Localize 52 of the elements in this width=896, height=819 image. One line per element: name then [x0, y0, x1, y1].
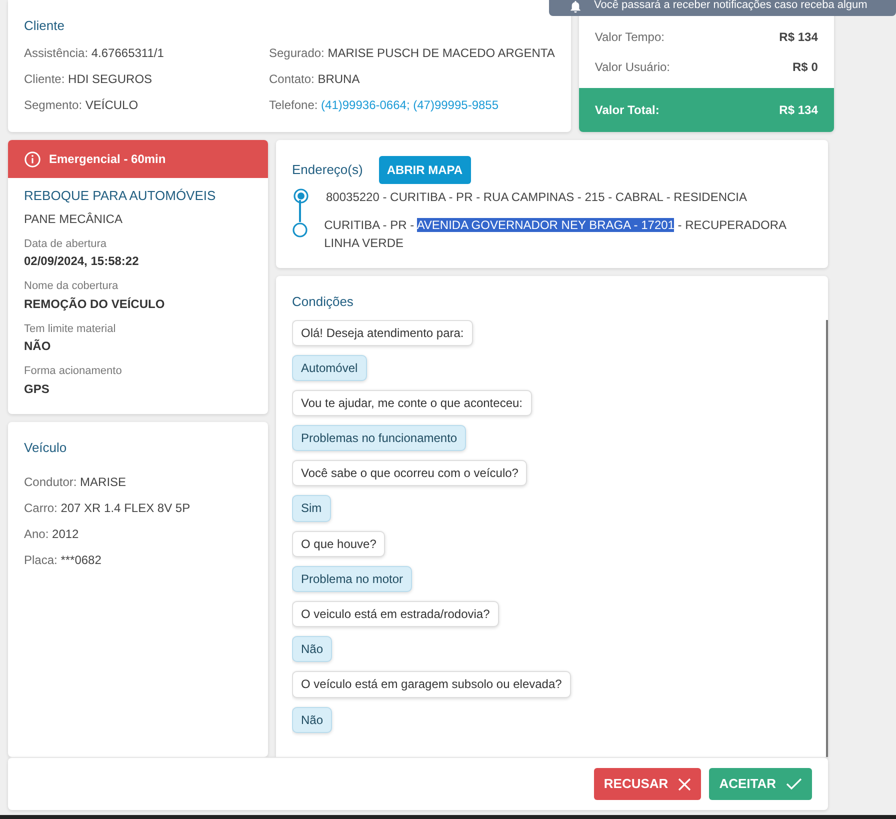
- address-text: 80035220 - CURITIBA - PR - RUA CAMPINAS - 215 - CABRAL - RESIDENCIA: [326, 189, 748, 206]
- answer-bubble: Não: [292, 636, 332, 662]
- check-icon: [786, 778, 802, 790]
- info-icon: [24, 150, 41, 168]
- answer-bubble: Não: [292, 706, 332, 733]
- answer-bubble: Problemas no funcionamento: [292, 425, 466, 452]
- vehicle-field: Carro: 207 XR 1.4 FLEX 8V 5P: [24, 499, 252, 517]
- answer-bubble: Sim: [292, 495, 331, 522]
- accept-button[interactable]: ACEITAR: [709, 768, 812, 800]
- question-bubble: O veiculo está em estrada/rodovia?: [292, 601, 499, 628]
- field-label: Tem limite material: [24, 322, 117, 336]
- value-amount: R$ 134: [779, 29, 818, 46]
- value-label: Valor Total:: [594, 102, 660, 119]
- vehicle-field: Placa: ***0682: [24, 551, 252, 569]
- field-value: NÃO: [24, 338, 52, 355]
- client-field: Telefone: (41)99936-0664; (47)99995-9855: [269, 96, 555, 114]
- question-bubble: Vou te ajudar, me conte o que aconteceu:: [292, 390, 532, 416]
- value-amount: R$ 134: [779, 102, 818, 119]
- vehicle-field: Condutor: MARISE: [24, 473, 252, 491]
- value-label: Valor Usuário:: [594, 59, 670, 76]
- bell-icon: [569, 0, 582, 13]
- field-label: Data de abertura: [24, 236, 108, 252]
- question-bubble: Olá! Deseja atendimento para:: [292, 320, 473, 346]
- value-label: Valor Tempo:: [594, 29, 664, 46]
- reject-button[interactable]: RECUSAR: [594, 768, 702, 800]
- client-field: Assistência: 4.67665311/1: [24, 44, 269, 62]
- question-bubble: Você sabe o que ocorreu com o veículo?: [292, 460, 528, 486]
- section-title: Endereço(s): [292, 161, 363, 180]
- open-map-button[interactable]: ABRIR MAPA: [378, 156, 471, 184]
- service-subtitle: PANE MECÂNICA: [24, 210, 124, 228]
- field-label: Nome da cobertura: [24, 279, 120, 294]
- client-field: Segurado: MARISE PUSCH DE MACEDO ARGENTA: [269, 44, 555, 62]
- section-title: Veículo: [24, 438, 68, 456]
- emergency-label: Emergencial - 60min: [49, 151, 166, 168]
- client-field: Cliente: HDI SEGUROS: [24, 70, 269, 88]
- service-title: REBOQUE PARA AUTOMÓVEIS: [24, 187, 217, 205]
- client-field: Segmento: VEÍCULO: [24, 96, 269, 114]
- address-text: CURITIBA - PR - AVENIDA GOVERNADOR NEY BRAGA - 17201 - RECUPERADORA LINHA VERDE: [324, 217, 788, 252]
- section-title: Condições: [292, 293, 354, 311]
- vehicle-field: Ano: 2012: [24, 525, 252, 543]
- section-title: Cliente: [24, 17, 66, 35]
- answer-bubble: Automóvel: [292, 354, 367, 381]
- close-icon: [678, 778, 692, 790]
- answer-bubble: Problema no motor: [292, 566, 412, 592]
- field-value: 02/09/2024, 15:58:22: [24, 253, 140, 270]
- field-value: GPS: [24, 380, 50, 398]
- field-label: Forma acionamento: [24, 364, 123, 379]
- field-value: REMOÇÃO DO VEÍCULO: [24, 296, 166, 312]
- client-field: Contato: BRUNA: [269, 70, 555, 88]
- question-bubble: O que houve?: [292, 530, 386, 557]
- value-amount: R$ 0: [792, 59, 818, 76]
- question-bubble: O veículo está em garagem subsolo ou elevada?: [292, 671, 571, 698]
